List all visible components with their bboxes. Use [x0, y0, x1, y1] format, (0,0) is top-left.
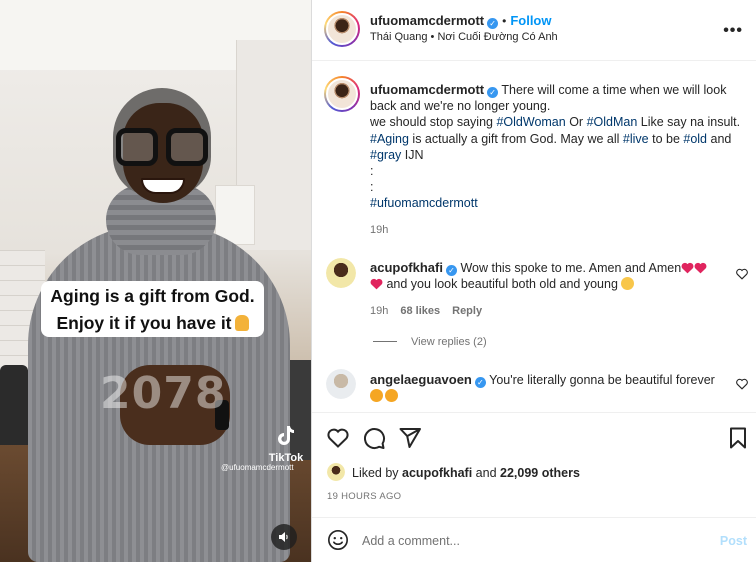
follow-button[interactable]: Follow [510, 13, 551, 28]
caption-time: 19h [370, 224, 389, 236]
emoji-icon[interactable] [327, 529, 349, 551]
tiktok-username: @ufuomamcdermott [221, 463, 294, 472]
comment-username[interactable]: acupofkhafi [370, 260, 443, 275]
comment-input[interactable]: Add a comment... [362, 534, 460, 548]
share-icon[interactable] [398, 426, 422, 450]
red-heart-icon [370, 279, 383, 290]
author-username[interactable]: ufuomamcdermott [370, 13, 484, 28]
red-heart-icon [694, 262, 707, 274]
view-replies-button[interactable]: View replies (2) [373, 336, 487, 348]
caption-text: Or [565, 115, 587, 130]
replies-divider [373, 341, 397, 342]
comment-icon[interactable] [362, 426, 386, 450]
like-heart-icon[interactable] [326, 426, 350, 450]
heart-icon[interactable] [736, 268, 748, 280]
hashtag-link[interactable]: #Aging [370, 132, 409, 146]
comment-time: 19h [370, 305, 389, 317]
tiktok-watermark: TikTok [266, 425, 306, 464]
caption-username[interactable]: ufuomamcdermott [370, 82, 484, 97]
comment-body: Wow this spoke to me. Amen and Amen [460, 261, 682, 275]
likes-text: and [472, 466, 500, 480]
liker-avatar[interactable] [327, 463, 345, 481]
comment-body: and you look beautiful both old and youn… [383, 277, 622, 292]
praying-hands-icon [234, 315, 249, 331]
liked-by-username[interactable]: acupofkhafi [402, 466, 472, 480]
post-panel: ufuomamcdermott ✓ • Follow Thái Quang • Nơi… [311, 0, 756, 562]
author-row: ufuomamcdermott ✓ • Follow [370, 13, 552, 29]
heart-eyes-icon [370, 389, 383, 403]
media-person [141, 178, 185, 194]
post-caption: ufuomamcdermott ✓ There will come a time … [370, 82, 745, 212]
post-actions: Liked by acupofkhafi and 22,099 others 1… [312, 412, 756, 517]
likes-text: Liked by [352, 466, 403, 480]
verified-icon: ✓ [487, 18, 499, 29]
caption-text: we should stop saying [370, 115, 497, 130]
bookmark-icon[interactable] [726, 426, 750, 450]
caption-text: Like say na insult. [637, 115, 741, 130]
video-caption-line: Enjoy it if you have it [41, 310, 264, 337]
sound-toggle-button[interactable] [271, 524, 297, 550]
post-header: ufuomamcdermott ✓ • Follow Thái Quang • Nơi… [312, 0, 756, 61]
hashtag-link[interactable]: #gray [370, 148, 401, 162]
comment-username[interactable]: angelaeguavoen [370, 372, 472, 387]
author-avatar[interactable] [324, 11, 360, 47]
commenter-avatar[interactable] [326, 369, 356, 399]
hashtag-link[interactable]: #old [683, 132, 707, 146]
caption-text: : [370, 164, 374, 179]
heart-eyes-icon [385, 389, 398, 403]
comment-body: You're literally gonna be beautiful fore… [489, 373, 715, 387]
video-caption: Aging is a gift from God. Enjoy it if yo… [41, 281, 264, 337]
heart-icon[interactable] [736, 378, 748, 390]
media-person [116, 128, 208, 168]
hashtag-link[interactable]: #OldMan [587, 115, 638, 129]
likes-summary: Liked by acupofkhafi and 22,099 others [352, 466, 580, 480]
verified-icon: ✓ [474, 377, 486, 388]
hashtag-link[interactable]: #ufuomamcdermott [370, 196, 478, 210]
media-background [0, 365, 28, 445]
smiling-face-icon [621, 277, 635, 291]
commenter-avatar[interactable] [326, 258, 356, 288]
tiktok-icon [278, 426, 294, 445]
post-media[interactable]: Aging is a gift from God. Enjoy it if yo… [0, 0, 311, 562]
verified-icon: ✓ [445, 265, 457, 276]
likes-count[interactable]: 22,099 others [500, 466, 580, 480]
post-comment-button[interactable]: Post [720, 534, 747, 548]
red-heart-icon [681, 262, 694, 274]
caption-text: : [370, 180, 374, 195]
comments-section: ufuomamcdermott ✓ There will come a time … [312, 62, 756, 412]
caption-text: is actually a gift from God. May we all [408, 131, 623, 146]
video-overlay-number: 2078 [100, 368, 227, 419]
video-caption-line: Aging is a gift from God. [50, 286, 255, 306]
comment-meta: 19h 68 likes Reply [370, 305, 482, 317]
hashtag-link[interactable]: #live [623, 132, 649, 146]
post-time[interactable]: 19 HOURS AGO [327, 491, 401, 502]
hashtag-link[interactable]: #OldWoman [496, 115, 565, 129]
post-location[interactable]: Thái Quang • Nơi Cuối Đường Có Anh [370, 31, 558, 43]
comment-text: angelaeguavoen ✓ You're literally gonna b… [370, 372, 726, 404]
caption-text: and [707, 131, 732, 146]
caption-text: to be [648, 131, 684, 146]
view-replies-label: View replies (2) [411, 336, 487, 348]
caption-avatar[interactable] [324, 76, 360, 112]
sound-icon [279, 532, 288, 542]
reply-button[interactable]: Reply [452, 305, 482, 317]
separator-dot: • [502, 14, 507, 28]
comment-likes[interactable]: 68 likes [400, 305, 440, 317]
caption-text: IJN [401, 147, 424, 162]
comment-text: acupofkhafi ✓ Wow this spoke to me. Amen … [370, 260, 726, 292]
more-icon[interactable]: ••• [723, 22, 743, 40]
verified-icon: ✓ [487, 87, 499, 98]
add-comment-bar: Add a comment... Post [312, 517, 756, 562]
